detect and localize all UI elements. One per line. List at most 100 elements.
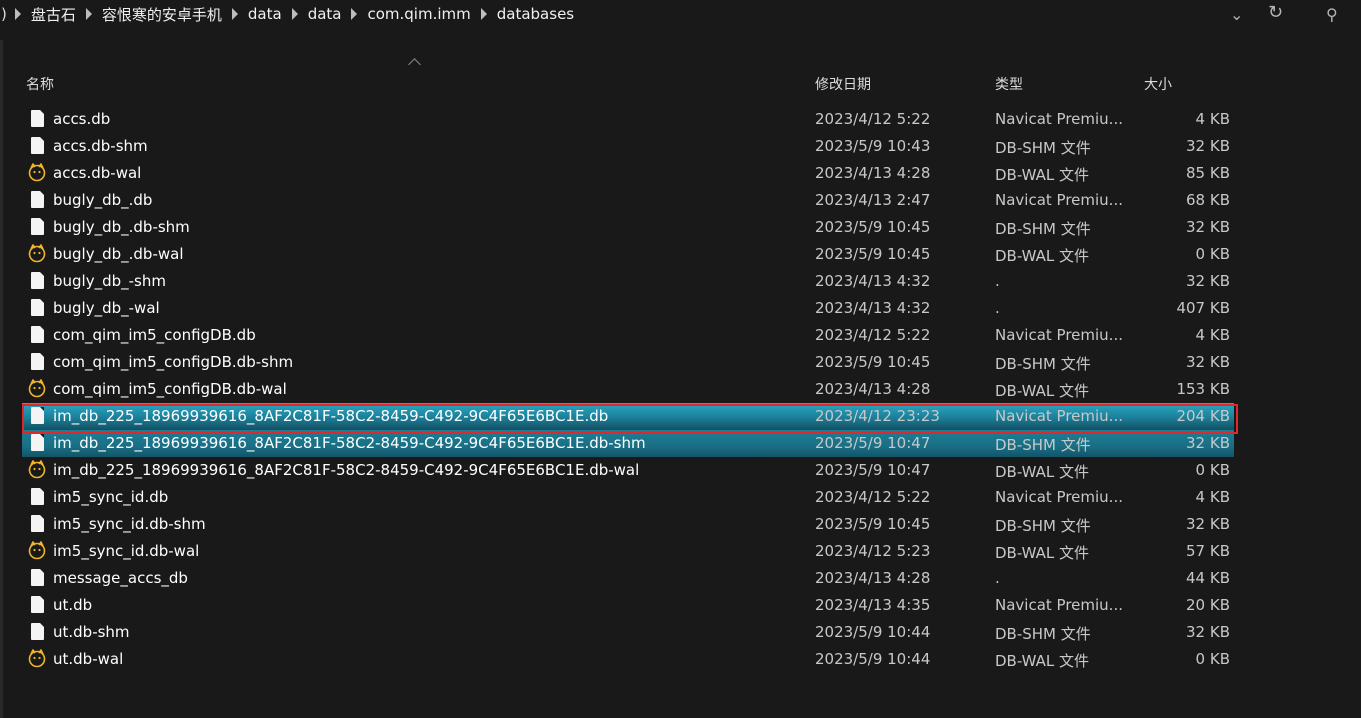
breadcrumb-item[interactable]: data: [248, 5, 282, 23]
file-name: bugly_db_-shm: [53, 272, 166, 290]
file-row[interactable]: bugly_db_-wal 2023/4/13 4:32. 407 KB: [22, 295, 1234, 322]
chevron-right-icon[interactable]: [231, 8, 238, 20]
file-size: 85 KB: [1186, 164, 1230, 182]
file-date: 2023/4/12 5:22: [815, 488, 931, 506]
file-size: 32 KB: [1186, 218, 1230, 236]
file-row[interactable]: im5_sync_id.db-wal 2023/4/12 5:23 DB-WAL 文…: [22, 538, 1234, 565]
file-row[interactable]: im_db_225_18969939616_8AF2C81F-58C2-8459…: [22, 403, 1234, 430]
breadcrumb-item[interactable]: com.qim.imm: [367, 5, 470, 23]
file-type: DB-WAL 文件: [995, 652, 1090, 670]
file-name: bugly_db_-wal: [53, 299, 160, 317]
file-row[interactable]: message_accs_db 2023/4/13 4:28. 44 KB: [22, 565, 1234, 592]
file-name: im_db_225_18969939616_8AF2C81F-58C2-8459…: [53, 461, 640, 479]
breadcrumb-item[interactable]: data: [308, 5, 342, 23]
file-row[interactable]: im_db_225_18969939616_8AF2C81F-58C2-8459…: [22, 430, 1234, 457]
file-size: 0 KB: [1195, 245, 1230, 263]
file-size: 4 KB: [1195, 488, 1230, 506]
search-icon[interactable]: ⚲: [1326, 5, 1338, 24]
file-icon: [31, 569, 44, 586]
file-size: 57 KB: [1186, 542, 1230, 560]
file-row[interactable]: com_qim_im5_configDB.db-shm 2023/5/9 10:4…: [22, 349, 1234, 376]
file-type: DB-WAL 文件: [995, 463, 1090, 481]
file-date: 2023/5/9 10:47: [815, 461, 931, 479]
refresh-icon[interactable]: ↻: [1268, 2, 1283, 23]
file-size: 68 KB: [1186, 191, 1230, 209]
column-header-date[interactable]: 修改日期: [815, 74, 871, 94]
file-size: 32 KB: [1186, 353, 1230, 371]
file-type: DB-WAL 文件: [995, 544, 1090, 562]
file-row[interactable]: im5_sync_id.db-shm 2023/5/9 10:45 DB-SHM 文…: [22, 511, 1234, 538]
file-date: 2023/4/13 4:28: [815, 569, 931, 587]
chevron-down-icon[interactable]: ⌄: [1230, 5, 1243, 24]
chevron-right-icon[interactable]: [291, 8, 298, 20]
breadcrumb-item[interactable]: 容恨寒的安卓手机: [102, 4, 222, 25]
file-row[interactable]: ut.db-wal 2023/5/9 10:44 DB-WAL 文件 0 KB: [22, 646, 1234, 673]
file-name: bugly_db_.db: [53, 191, 153, 209]
file-date: 2023/5/9 10:45: [815, 245, 931, 263]
file-type: DB-WAL 文件: [995, 247, 1090, 265]
file-icon: [31, 353, 44, 370]
file-type: DB-SHM 文件: [995, 436, 1091, 454]
chevron-right-icon[interactable]: [351, 8, 358, 20]
breadcrumb: ) 盘古石 容恨寒的安卓手机 data data com.qim.imm dat…: [0, 0, 574, 28]
file-type: Navicat Premiu...: [995, 110, 1123, 128]
file-name: com_qim_im5_configDB.db-wal: [53, 380, 287, 398]
file-row[interactable]: bugly_db_.db-wal 2023/5/9 10:45 DB-WAL 文件 0…: [22, 241, 1234, 268]
file-name: im5_sync_id.db-wal: [53, 542, 200, 560]
file-row[interactable]: accs.db-shm 2023/5/9 10:43 DB-SHM 文件 32 KB: [22, 133, 1234, 160]
file-row[interactable]: accs.db 2023/4/12 5:22 Navicat Premiu... 4 …: [22, 106, 1234, 133]
file-name: im_db_225_18969939616_8AF2C81F-58C2-8459…: [53, 407, 609, 425]
file-date: 2023/4/13 4:32: [815, 272, 931, 290]
file-name: accs.db-wal: [53, 164, 142, 182]
file-icon: [31, 191, 44, 208]
file-name: message_accs_db: [53, 569, 188, 587]
file-name: bugly_db_.db-shm: [53, 218, 190, 236]
file-row[interactable]: bugly_db_.db-shm 2023/5/9 10:45 DB-SHM 文件 3…: [22, 214, 1234, 241]
file-name: ut.db: [53, 596, 93, 614]
column-header-name[interactable]: 名称: [26, 74, 54, 94]
file-row[interactable]: accs.db-wal 2023/4/13 4:28 DB-WAL 文件 85 KB: [22, 160, 1234, 187]
file-date: 2023/5/9 10:45: [815, 218, 931, 236]
file-size: 20 KB: [1186, 596, 1230, 614]
breadcrumb-item[interactable]: 盘古石: [31, 4, 76, 25]
file-date: 2023/5/9 10:44: [815, 650, 931, 668]
file-type: Navicat Premiu...: [995, 326, 1123, 344]
file-size: 0 KB: [1195, 650, 1230, 668]
file-icon: [31, 137, 44, 154]
file-size: 32 KB: [1186, 434, 1230, 452]
file-name: accs.db: [53, 110, 111, 128]
file-date: 2023/4/12 23:23: [815, 407, 940, 425]
wal-file-icon: [28, 649, 46, 668]
chevron-right-icon[interactable]: [14, 8, 21, 20]
file-row[interactable]: ut.db 2023/4/13 4:35 Navicat Premiu... 20 K…: [22, 592, 1234, 619]
file-row[interactable]: bugly_db_.db 2023/4/13 2:47 Navicat Premiu…: [22, 187, 1234, 214]
file-row[interactable]: com_qim_im5_configDB.db 2023/4/12 5:22 Nav…: [22, 322, 1234, 349]
file-row[interactable]: im_db_225_18969939616_8AF2C81F-58C2-8459…: [22, 457, 1234, 484]
file-row[interactable]: ut.db-shm 2023/5/9 10:44 DB-SHM 文件 32 KB: [22, 619, 1234, 646]
file-size: 204 KB: [1176, 407, 1230, 425]
chevron-right-icon[interactable]: [85, 8, 92, 20]
file-type: .: [995, 569, 1000, 587]
file-date: 2023/4/13 2:47: [815, 191, 931, 209]
wal-file-icon: [28, 379, 46, 398]
file-row[interactable]: com_qim_im5_configDB.db-wal 2023/4/13 4:2…: [22, 376, 1234, 403]
file-row[interactable]: bugly_db_-shm 2023/4/13 4:32. 32 KB: [22, 268, 1234, 295]
file-type: Navicat Premiu...: [995, 596, 1123, 614]
file-size: 0 KB: [1195, 461, 1230, 479]
column-header-size[interactable]: 大小: [1144, 74, 1172, 94]
file-name: com_qim_im5_configDB.db-shm: [53, 353, 294, 371]
file-row[interactable]: im5_sync_id.db 2023/4/12 5:22 Navicat Prem…: [22, 484, 1234, 511]
breadcrumb-item[interactable]: databases: [497, 5, 574, 23]
file-icon: [31, 596, 44, 613]
sort-indicator-icon[interactable]: [408, 58, 421, 71]
file-size: 32 KB: [1186, 272, 1230, 290]
chevron-right-icon[interactable]: [480, 8, 487, 20]
file-size: 32 KB: [1186, 515, 1230, 533]
wal-file-icon: [28, 541, 46, 560]
file-size: 4 KB: [1195, 326, 1230, 344]
file-date: 2023/4/12 5:22: [815, 326, 931, 344]
file-icon: [31, 326, 44, 343]
column-header-type[interactable]: 类型: [995, 74, 1023, 94]
file-date: 2023/4/12 5:22: [815, 110, 931, 128]
file-date: 2023/5/9 10:47: [815, 434, 931, 452]
